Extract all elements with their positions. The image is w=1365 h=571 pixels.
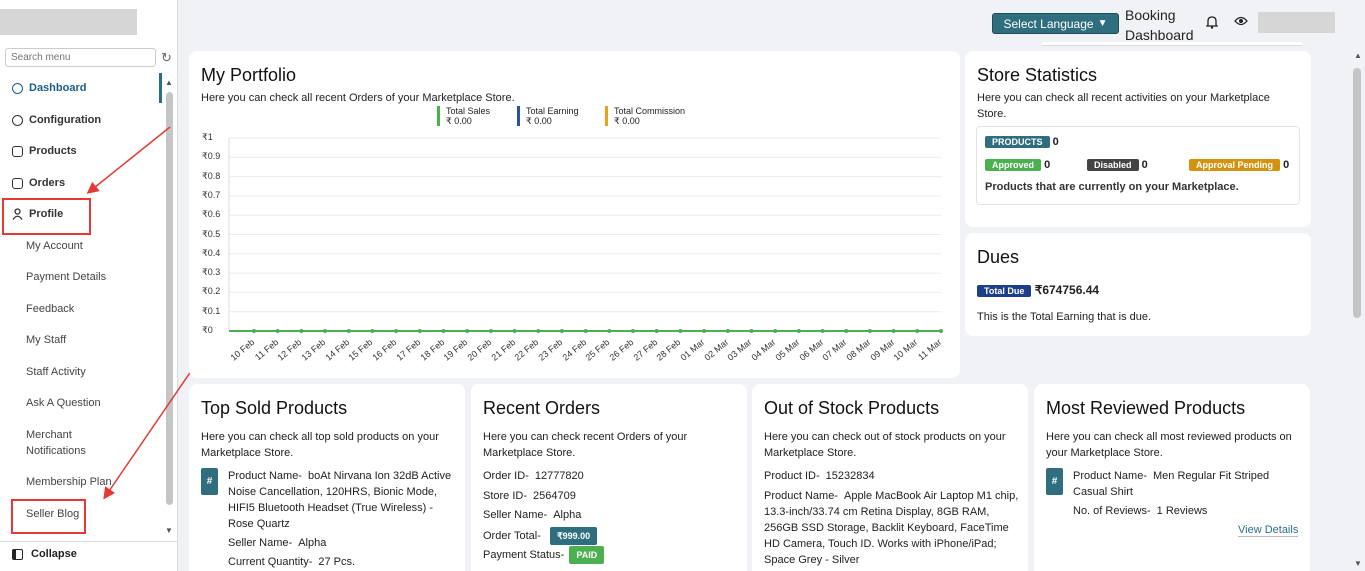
data-point[interactable] — [796, 329, 801, 333]
eye-icon[interactable] — [1234, 16, 1248, 26]
data-point[interactable] — [749, 329, 754, 333]
dues-title: Dues — [977, 247, 1020, 267]
out-of-stock-title: Out of Stock Products — [764, 398, 940, 418]
data-point[interactable] — [441, 329, 446, 333]
payment-status: Payment Status- PAID — [483, 546, 605, 564]
bell-icon[interactable] — [1206, 15, 1218, 29]
row-number-badge: # — [201, 468, 218, 495]
stats-box: PRODUCTS 0 Approved 0 Disabled 0 Approva… — [976, 126, 1300, 205]
stats-footer: Products that are currently on your Mark… — [985, 181, 1239, 193]
data-point[interactable] — [370, 329, 375, 333]
most-reviewed-product: Product Name- Men Regular Fit Striped Cas… — [1073, 470, 1270, 498]
out-of-stock-card: Out of Stock Products Here you can check… — [752, 384, 1028, 571]
data-point[interactable] — [725, 329, 730, 333]
order-seller: Seller Name- Alpha — [483, 509, 582, 521]
total-due-badge: Total Due — [977, 285, 1032, 297]
most-reviewed-title: Most Reviewed Products — [1046, 398, 1246, 418]
page-scrollbar[interactable] — [1353, 68, 1361, 318]
chevron-down-icon: ▼ — [1097, 18, 1108, 29]
approved-stat: Approved 0 — [985, 159, 1050, 171]
data-point[interactable] — [583, 329, 588, 333]
data-point[interactable] — [678, 329, 683, 333]
data-point[interactable] — [488, 329, 493, 333]
store-statistics-desc: Here you can check all recent activities… — [977, 92, 1270, 120]
disabled-stat: Disabled 0 — [1087, 159, 1148, 171]
out-of-stock-desc: Here you can check out of stock products… — [764, 431, 1006, 459]
data-point[interactable] — [654, 329, 659, 333]
data-point[interactable] — [702, 329, 707, 333]
data-point[interactable] — [275, 329, 280, 333]
dues-desc: This is the Total Earning that is due. — [977, 311, 1152, 323]
data-point[interactable] — [323, 329, 328, 333]
most-reviewed-card: Most Reviewed Products Here you can chec… — [1034, 384, 1310, 571]
data-point[interactable] — [299, 329, 304, 333]
data-point[interactable] — [773, 329, 778, 333]
booking-line1: Booking — [1125, 7, 1176, 23]
top-sold-products-card: Top Sold Products Here you can check all… — [189, 384, 465, 571]
data-point[interactable] — [915, 329, 920, 333]
page-scroll-up-arrow[interactable]: ▲ — [1354, 51, 1362, 60]
booking-dashboard-link[interactable]: Booking Dashboard — [1125, 5, 1194, 45]
header-strip — [1042, 42, 1302, 46]
order-total: Order Total- ₹999.00 — [483, 527, 598, 545]
top-sold-product: Product Name-boAt Nirvana Ion 32dB Activ… — [228, 470, 452, 530]
store-statistics-title: Store Statistics — [977, 65, 1098, 85]
portfolio-chart — [228, 137, 943, 333]
page-scroll-down-arrow[interactable]: ▼ — [1354, 559, 1362, 568]
data-point[interactable] — [346, 329, 351, 333]
top-sold-desc: Here you can check all top sold products… — [201, 431, 439, 459]
view-details-link[interactable]: View Details — [1238, 524, 1299, 537]
portfolio-card: My Portfolio Here you can check all rece… — [189, 51, 960, 378]
top-sold-title: Top Sold Products — [201, 398, 348, 418]
data-point[interactable] — [844, 329, 849, 333]
top-sold-seller: Seller Name- Alpha — [228, 537, 327, 549]
data-point[interactable] — [631, 329, 636, 333]
user-profile-placeholder[interactable] — [1258, 12, 1335, 33]
data-point[interactable] — [252, 329, 256, 333]
recent-orders-card: Recent Orders Here you can check recent … — [471, 384, 747, 571]
data-point[interactable] — [820, 329, 825, 333]
approval-pending-stat: Approval Pending 0 — [1189, 159, 1289, 171]
total-due-amount: ₹674756.44 — [1034, 283, 1100, 297]
data-point[interactable] — [939, 329, 943, 333]
data-point[interactable] — [559, 329, 564, 333]
store-id: Store ID- 2564709 — [483, 490, 576, 502]
recent-orders-title: Recent Orders — [483, 398, 601, 418]
order-id: Order ID- 12777820 — [483, 470, 584, 482]
products-stat: PRODUCTS 0 — [985, 136, 1059, 148]
top-sold-quantity: Current Quantity- 27 Pcs. — [228, 556, 356, 568]
data-point[interactable] — [867, 329, 872, 333]
store-statistics-card: Store Statistics Here you can check all … — [965, 51, 1311, 227]
total-due: Total Due ₹674756.44 — [977, 283, 1099, 297]
out-of-stock-product: Product Name- Apple MacBook Air Laptop M1… — [764, 490, 1019, 566]
data-point[interactable] — [394, 329, 399, 333]
language-label: Select Language — [1003, 16, 1094, 31]
dues-card: Dues Total Due ₹674756.44 This is the To… — [965, 233, 1311, 336]
review-count: No. of Reviews- 1 Reviews — [1073, 505, 1208, 517]
data-point[interactable] — [607, 329, 612, 333]
data-point[interactable] — [417, 329, 422, 333]
data-point[interactable] — [536, 329, 541, 333]
row-number-badge: # — [1046, 468, 1063, 495]
data-point[interactable] — [512, 329, 517, 333]
select-language-dropdown[interactable]: Select Language ▼ — [992, 13, 1119, 34]
data-point[interactable] — [891, 329, 896, 333]
most-reviewed-desc: Here you can check all most reviewed pro… — [1046, 431, 1292, 459]
product-id: Product ID- 15232834 — [764, 470, 875, 482]
annotation-arrow — [86, 126, 171, 194]
recent-orders-desc: Here you can check recent Orders of your… — [483, 431, 688, 459]
data-point[interactable] — [465, 329, 470, 333]
